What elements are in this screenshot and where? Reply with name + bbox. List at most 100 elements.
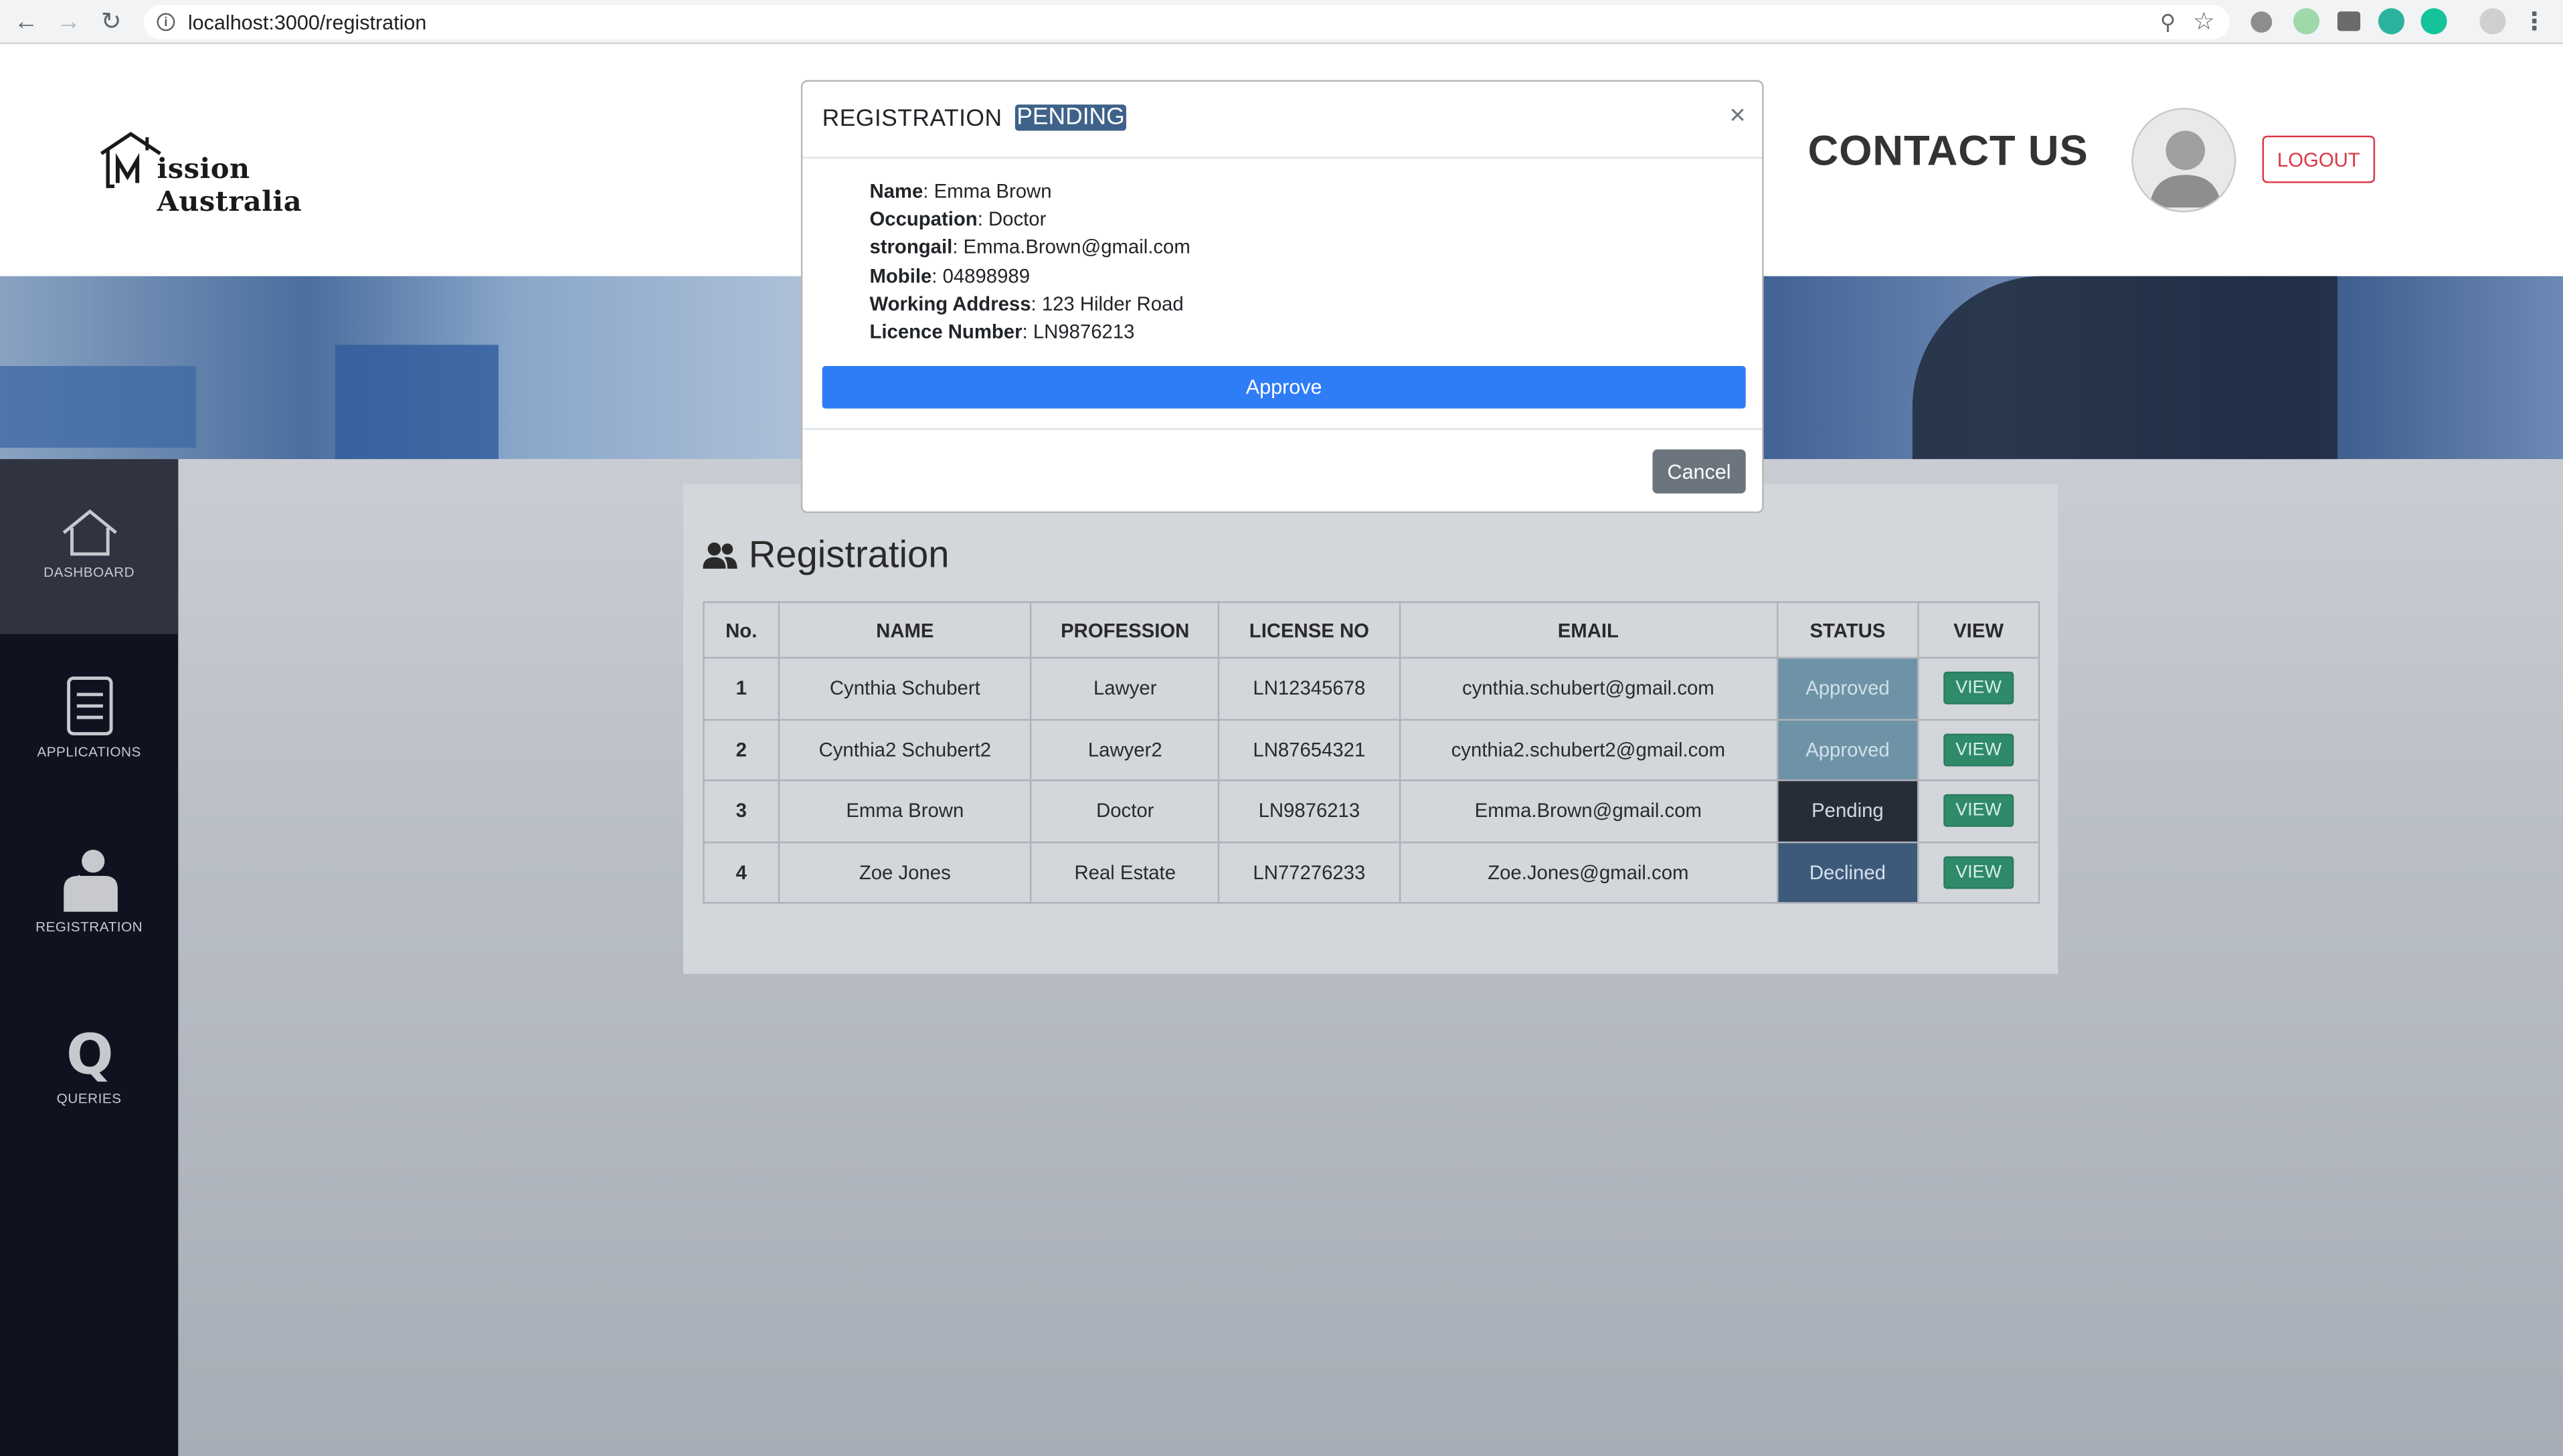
detail-label: Working Address	[869, 292, 1031, 315]
sidebar-item-queries[interactable]: Q QUERIES	[0, 984, 178, 1158]
svg-text:Q: Q	[66, 1024, 113, 1083]
row-name: Zoe Jones	[778, 840, 1032, 904]
detail-row: Name: Emma Brown	[869, 179, 1052, 203]
row-profession: Real Estate	[1030, 840, 1221, 904]
table-row: 2 Cynthia2 Schubert2 Lawyer2 LN87654321 …	[703, 718, 2040, 782]
row-profession: Lawyer	[1030, 656, 1221, 720]
cancel-button[interactable]: Cancel	[1652, 449, 1746, 494]
approve-button[interactable]: Approve	[822, 366, 1746, 409]
extension-grid-icon[interactable]	[2337, 11, 2361, 31]
users-icon	[703, 541, 737, 568]
col-header-email: EMAIL	[1398, 601, 1779, 659]
profile-icon[interactable]	[2479, 8, 2506, 35]
table-row: 1 Cynthia Schubert Lawyer LN12345678 cyn…	[703, 656, 2040, 720]
registration-panel: Registration No. NAME PROFESSION LICENSE…	[683, 483, 2058, 974]
view-button[interactable]: VIEW	[1944, 672, 2014, 705]
grammarly-icon[interactable]	[2420, 8, 2447, 35]
row-license: LN87654321	[1218, 718, 1401, 782]
row-name: Cynthia2 Schubert2	[778, 718, 1032, 782]
row-email: cynthia2.schubert2@gmail.com	[1398, 718, 1779, 782]
person-icon	[63, 849, 117, 912]
detail-row: Occupation: Doctor	[869, 207, 1047, 231]
url-text[interactable]: localhost:3000/registration	[188, 11, 426, 33]
sidebar-item-label: APPLICATIONS	[37, 743, 141, 760]
sidebar-item-applications[interactable]: APPLICATIONS	[0, 634, 178, 809]
sidebar-item-label: QUERIES	[56, 1089, 122, 1107]
contact-us-link[interactable]: CONTACT US	[1808, 126, 2089, 177]
sidebar-item-dashboard[interactable]: DASHBOARD	[0, 459, 179, 634]
logo[interactable]: ission Australia	[98, 127, 360, 219]
row-license: LN12345678	[1218, 656, 1401, 720]
panel-title-text: Registration	[748, 533, 950, 575]
detail-label: strongail	[869, 236, 953, 259]
view-button[interactable]: VIEW	[1944, 856, 2014, 889]
extension-circle-icon[interactable]	[2293, 8, 2320, 35]
row-no: 2	[703, 718, 780, 782]
row-email: cynthia.schubert@gmail.com	[1398, 656, 1779, 720]
row-name: Emma Brown	[778, 779, 1032, 842]
detail-label: Mobile	[869, 264, 932, 287]
row-license: LN77276233	[1218, 840, 1401, 904]
extension-bug-icon[interactable]	[2250, 11, 2273, 33]
row-email: Emma.Brown@gmail.com	[1398, 779, 1779, 842]
detail-value: Doctor	[988, 207, 1047, 231]
row-name: Cynthia Schubert	[778, 656, 1032, 720]
banner-shape	[1912, 276, 2337, 460]
col-header-license: LICENSE NO	[1218, 601, 1401, 659]
row-profession: Doctor	[1030, 779, 1221, 842]
detail-row: Licence Number: LN9876213	[869, 320, 1135, 343]
page-title: Registration	[703, 533, 950, 577]
status-badge: Declined	[1776, 840, 1919, 904]
detail-label: Occupation	[869, 207, 978, 231]
detail-row: Mobile: 04898989	[869, 264, 1030, 287]
col-header-view: VIEW	[1917, 601, 2040, 659]
table-row: 4 Zoe Jones Real Estate LN77276233 Zoe.J…	[703, 840, 2040, 904]
close-icon[interactable]: ×	[1729, 100, 1745, 132]
status-badge: PENDING	[1014, 104, 1127, 131]
sidebar: DASHBOARD APPLICATIONS REGISTRATION Q QU…	[0, 459, 179, 1456]
extension-teal-icon[interactable]	[2378, 8, 2405, 35]
modal-header: REGISTRATION PENDING ×	[802, 82, 1763, 159]
view-button[interactable]: VIEW	[1944, 733, 2014, 766]
search-icon[interactable]: ⚲	[2160, 10, 2176, 36]
modal-footer-divider	[802, 428, 1763, 430]
col-header-name: NAME	[778, 601, 1032, 659]
address-bar[interactable]: i localhost:3000/registration ⚲ ☆	[143, 5, 2230, 39]
detail-label: Licence Number	[869, 320, 1023, 343]
forward-arrow-icon[interactable]: →	[48, 0, 90, 42]
registration-table: No. NAME PROFESSION LICENSE NO EMAIL STA…	[703, 601, 2040, 904]
registration-details: Name: Emma Brown Occupation: Doctor stro…	[869, 178, 1190, 347]
detail-value: 04898989	[942, 264, 1030, 287]
browser-toolbar: ← → ↻ i localhost:3000/registration ⚲ ☆ …	[0, 0, 2563, 44]
menu-kebab-icon[interactable]: ⋮	[2522, 7, 2547, 36]
detail-value: Emma Brown	[934, 179, 1052, 203]
banner-shape	[0, 366, 197, 448]
table-header-row: No. NAME PROFESSION LICENSE NO EMAIL STA…	[703, 601, 2040, 659]
row-no: 1	[703, 656, 780, 720]
row-view-cell: VIEW	[1917, 779, 2040, 842]
back-arrow-icon[interactable]: ←	[5, 0, 48, 42]
logout-button[interactable]: LOGOUT	[2262, 135, 2376, 183]
row-no: 3	[703, 779, 780, 842]
view-button[interactable]: VIEW	[1944, 794, 2014, 828]
info-icon[interactable]: i	[157, 13, 175, 31]
row-view-cell: VIEW	[1917, 840, 2040, 904]
bookmark-star-icon[interactable]: ☆	[2193, 7, 2215, 36]
col-header-no: No.	[703, 601, 780, 659]
screen: ← → ↻ i localhost:3000/registration ⚲ ☆ …	[0, 0, 2563, 1456]
detail-value: LN9876213	[1033, 320, 1135, 343]
reload-icon[interactable]: ↻	[90, 0, 132, 42]
document-icon	[66, 676, 112, 735]
row-view-cell: VIEW	[1917, 718, 2040, 782]
avatar[interactable]	[2131, 108, 2236, 213]
logo-text: ission Australia	[157, 153, 302, 219]
row-no: 4	[703, 840, 780, 904]
sidebar-item-registration[interactable]: REGISTRATION	[0, 809, 178, 984]
detail-row: Working Address: 123 Hilder Road	[869, 292, 1184, 315]
banner-shape	[335, 345, 499, 460]
sidebar-item-label: DASHBOARD	[43, 563, 135, 580]
detail-value: 123 Hilder Road	[1041, 292, 1184, 315]
row-license: LN9876213	[1218, 779, 1401, 842]
sidebar-item-label: REGISTRATION	[35, 918, 143, 935]
status-badge: Pending	[1776, 779, 1919, 842]
